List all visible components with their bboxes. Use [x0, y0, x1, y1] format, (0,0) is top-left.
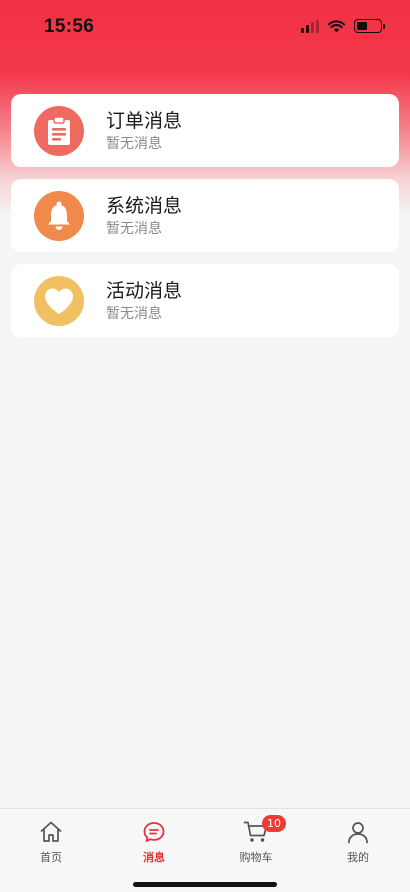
- message-icon: [143, 822, 165, 842]
- home-indicator[interactable]: [133, 882, 277, 887]
- message-category-title: 订单消息: [106, 110, 183, 132]
- message-category-subtitle: 暂无消息: [106, 221, 162, 237]
- message-category-subtitle: 暂无消息: [106, 136, 162, 152]
- heart-icon: [34, 276, 84, 326]
- tab-home[interactable]: 首页: [21, 818, 81, 865]
- tab-profile[interactable]: 我的: [328, 818, 388, 865]
- tab-label: 首页: [40, 851, 62, 864]
- tab-messages[interactable]: 消息: [124, 818, 184, 865]
- tab-label: 消息: [143, 851, 165, 864]
- message-category-title: 系统消息: [106, 195, 183, 217]
- bottom-tab-bar: 首页 消息 10 购物车 我的: [0, 808, 410, 892]
- message-category-activity[interactable]: 活动消息 暂无消息: [11, 264, 399, 337]
- status-bar: 15:56: [0, 0, 410, 56]
- home-icon: [40, 821, 62, 842]
- clipboard-icon: [34, 106, 84, 156]
- wifi-icon: [328, 19, 345, 32]
- message-category-subtitle: 暂无消息: [106, 306, 162, 322]
- cart-count-badge: 10: [262, 815, 286, 832]
- status-time: 15:56: [44, 16, 95, 37]
- message-category-title: 活动消息: [106, 280, 183, 302]
- message-category-system[interactable]: 系统消息 暂无消息: [11, 179, 399, 252]
- tab-label: 购物车: [239, 851, 273, 864]
- message-category-list: 订单消息 暂无消息 系统消息 暂无消息 活动消息 暂无消息: [11, 94, 399, 349]
- cellular-signal-icon: [301, 19, 319, 33]
- tab-cart[interactable]: 10 购物车: [226, 815, 286, 865]
- user-icon: [348, 822, 368, 844]
- tab-label: 我的: [347, 851, 369, 864]
- battery-icon: [354, 19, 385, 33]
- status-icons: [301, 19, 385, 33]
- bell-icon: [34, 191, 84, 241]
- message-category-order[interactable]: 订单消息 暂无消息: [11, 94, 399, 167]
